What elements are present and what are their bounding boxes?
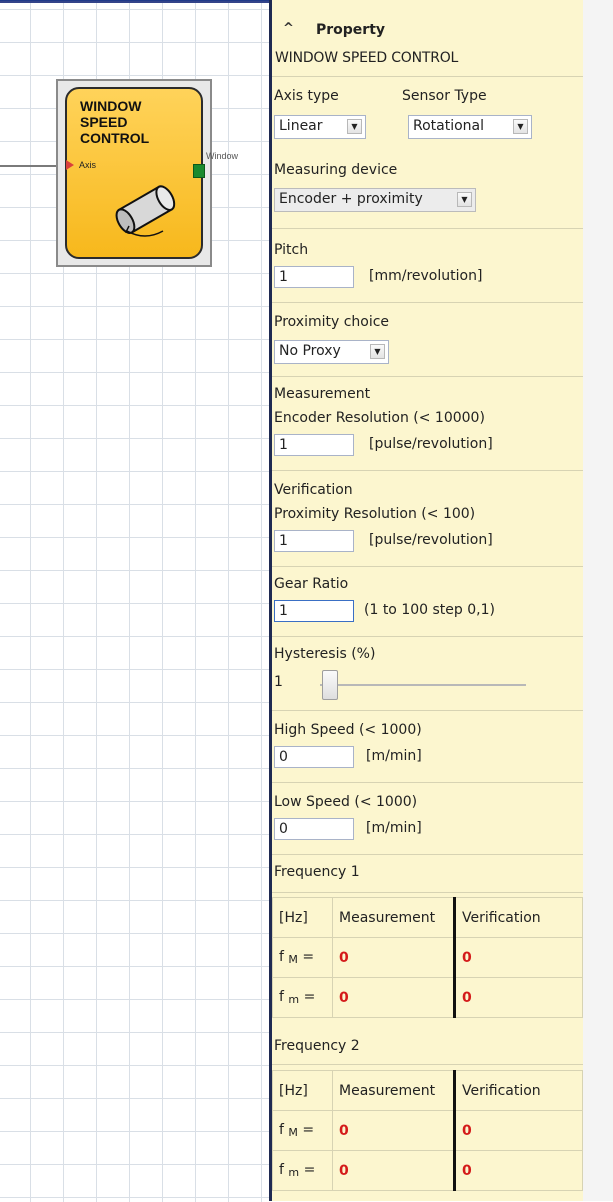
verification-value: 0 xyxy=(454,1110,583,1151)
verification-header: Verification xyxy=(454,897,583,938)
table-header-row: [Hz] Measurement Verification xyxy=(272,897,583,938)
chevron-down-icon[interactable]: ▼ xyxy=(347,119,362,134)
measuring-device-select[interactable]: Encoder + proximity ▼ xyxy=(274,188,476,212)
sensor-type-label: Sensor Type xyxy=(402,88,487,104)
verification-label: Verification xyxy=(274,482,353,498)
verification-value: 0 xyxy=(454,977,583,1018)
hysteresis-label: Hysteresis (%) xyxy=(274,646,376,662)
freq-row-label: f m = xyxy=(272,977,333,1018)
divider xyxy=(272,1064,583,1065)
proximity-choice-label: Proximity choice xyxy=(274,314,390,330)
chevron-down-icon[interactable]: ▼ xyxy=(370,344,385,359)
low-speed-input[interactable] xyxy=(274,818,354,840)
divider xyxy=(272,854,583,855)
axis-pin-label: Axis xyxy=(79,160,97,170)
divider xyxy=(272,782,583,783)
measurement-value: 0 xyxy=(332,937,456,978)
axis-type-label: Axis type xyxy=(274,88,339,104)
measurement-value: 0 xyxy=(332,1110,456,1151)
freq-row-label: f M = xyxy=(272,937,333,978)
pitch-label: Pitch xyxy=(274,242,309,258)
measurement-value: 0 xyxy=(332,1150,456,1191)
sensor-type-select[interactable]: Rotational ▼ xyxy=(408,115,532,139)
frequency2-table: [Hz] Measurement Verification f M = 0 0 … xyxy=(272,1070,583,1191)
axis-input-pin[interactable] xyxy=(66,160,74,170)
high-speed-input[interactable] xyxy=(274,746,354,768)
table-header-row: [Hz] Measurement Verification xyxy=(272,1070,583,1111)
gear-ratio-unit: (1 to 100 step 0,1) xyxy=(364,602,495,618)
gear-ratio-label: Gear Ratio xyxy=(274,576,349,592)
high-speed-label: High Speed (< 1000) xyxy=(274,722,422,738)
encoder-resolution-unit: [pulse/revolution] xyxy=(369,436,493,452)
proximity-choice-value: No Proxy xyxy=(279,343,341,359)
sensor-type-value: Rotational xyxy=(413,118,485,134)
freq-row-label: f M = xyxy=(272,1110,333,1151)
divider xyxy=(272,710,583,711)
divider xyxy=(272,636,583,637)
table-row: f M = 0 0 xyxy=(272,937,583,978)
proximity-resolution-label: Proximity Resolution (< 100) xyxy=(274,506,476,522)
window-pin-label: Window xyxy=(206,151,239,161)
divider xyxy=(272,566,583,567)
measuring-device-value: Encoder + proximity xyxy=(279,191,423,207)
measurement-header: Measurement xyxy=(332,897,456,938)
pitch-unit: [mm/revolution] xyxy=(369,268,483,284)
divider xyxy=(272,302,583,303)
collapse-chevron-icon[interactable]: ^ xyxy=(283,21,294,36)
hz-header: [Hz] xyxy=(272,1070,333,1111)
hysteresis-slider-thumb[interactable] xyxy=(322,670,338,700)
pitch-input[interactable] xyxy=(274,266,354,288)
frequency1-label: Frequency 1 xyxy=(274,864,360,880)
divider xyxy=(272,892,583,893)
high-speed-unit: [m/min] xyxy=(366,748,422,764)
verification-header: Verification xyxy=(454,1070,583,1111)
axis-type-select[interactable]: Linear ▼ xyxy=(274,115,366,139)
frequency2-label: Frequency 2 xyxy=(274,1038,360,1054)
block-name-label: WINDOW SPEED CONTROL xyxy=(275,50,459,66)
proximity-choice-select[interactable]: No Proxy ▼ xyxy=(274,340,389,364)
divider xyxy=(272,228,583,229)
block-title: WINDOW SPEED CONTROL xyxy=(80,98,150,146)
right-margin-strip xyxy=(583,0,613,1201)
freq-row-label: f m = xyxy=(272,1150,333,1191)
chevron-down-icon[interactable]: ▼ xyxy=(513,119,528,134)
gear-ratio-input[interactable] xyxy=(274,600,354,622)
table-row: f m = 0 0 xyxy=(272,977,583,1018)
diagram-canvas[interactable]: WINDOW SPEED CONTROL Axis Window xyxy=(0,0,269,1202)
measurement-label: Measurement xyxy=(274,386,371,402)
measuring-device-label: Measuring device xyxy=(274,162,398,178)
verification-value: 0 xyxy=(454,1150,583,1191)
window-output-pin[interactable] xyxy=(193,164,205,178)
proximity-resolution-unit: [pulse/revolution] xyxy=(369,532,493,548)
chevron-down-icon[interactable]: ▼ xyxy=(457,192,472,207)
measurement-value: 0 xyxy=(332,977,456,1018)
axis-type-value: Linear xyxy=(279,118,323,134)
low-speed-unit: [m/min] xyxy=(366,820,422,836)
encoder-resolution-input[interactable] xyxy=(274,434,354,456)
encoder-resolution-label: Encoder Resolution (< 10000) xyxy=(274,410,485,426)
table-row: f M = 0 0 xyxy=(272,1110,583,1151)
property-panel: ^ Property WINDOW SPEED CONTROL Axis typ… xyxy=(272,0,583,1201)
verification-value: 0 xyxy=(454,937,583,978)
divider xyxy=(272,470,583,471)
proximity-resolution-input[interactable] xyxy=(274,530,354,552)
hysteresis-value: 1 xyxy=(274,674,283,690)
hysteresis-slider-track[interactable] xyxy=(320,684,526,686)
property-header: Property xyxy=(316,22,386,38)
frequency1-table: [Hz] Measurement Verification f M = 0 0 … xyxy=(272,897,583,1018)
measurement-header: Measurement xyxy=(332,1070,456,1111)
hz-header: [Hz] xyxy=(272,897,333,938)
table-row: f m = 0 0 xyxy=(272,1150,583,1191)
rotation-cylinder-icon xyxy=(115,185,176,237)
divider xyxy=(272,76,583,77)
canvas-top-border xyxy=(0,1,269,3)
divider xyxy=(272,376,583,377)
low-speed-label: Low Speed (< 1000) xyxy=(274,794,418,810)
